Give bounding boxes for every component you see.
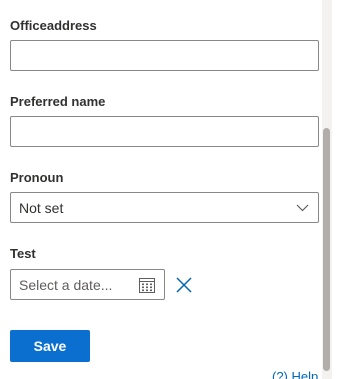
test-label: Test: [10, 246, 36, 261]
scrollbar-thumb[interactable]: [323, 128, 330, 371]
pronoun-selected-value: Not set: [19, 199, 64, 216]
office-address-label: Officeaddress: [10, 18, 97, 33]
preferred-name-label: Preferred name: [10, 94, 106, 109]
chevron-down-icon: [295, 201, 309, 215]
save-button[interactable]: Save: [10, 330, 90, 362]
preferred-name-input[interactable]: [10, 116, 319, 147]
panel-edge: [332, 0, 341, 379]
date-placeholder: Select a date...: [19, 276, 113, 293]
close-icon: [176, 277, 192, 293]
office-address-input[interactable]: [10, 40, 319, 71]
test-date-picker[interactable]: Select a date...: [10, 269, 165, 300]
help-link[interactable]: (?) Help: [272, 369, 318, 379]
calendar-icon[interactable]: [137, 275, 157, 295]
profile-form-panel: Officeaddress Preferred name Pronoun Not…: [0, 0, 341, 379]
pronoun-label: Pronoun: [10, 170, 64, 185]
pronoun-dropdown[interactable]: Not set: [10, 192, 319, 223]
clear-date-button[interactable]: [174, 275, 194, 295]
